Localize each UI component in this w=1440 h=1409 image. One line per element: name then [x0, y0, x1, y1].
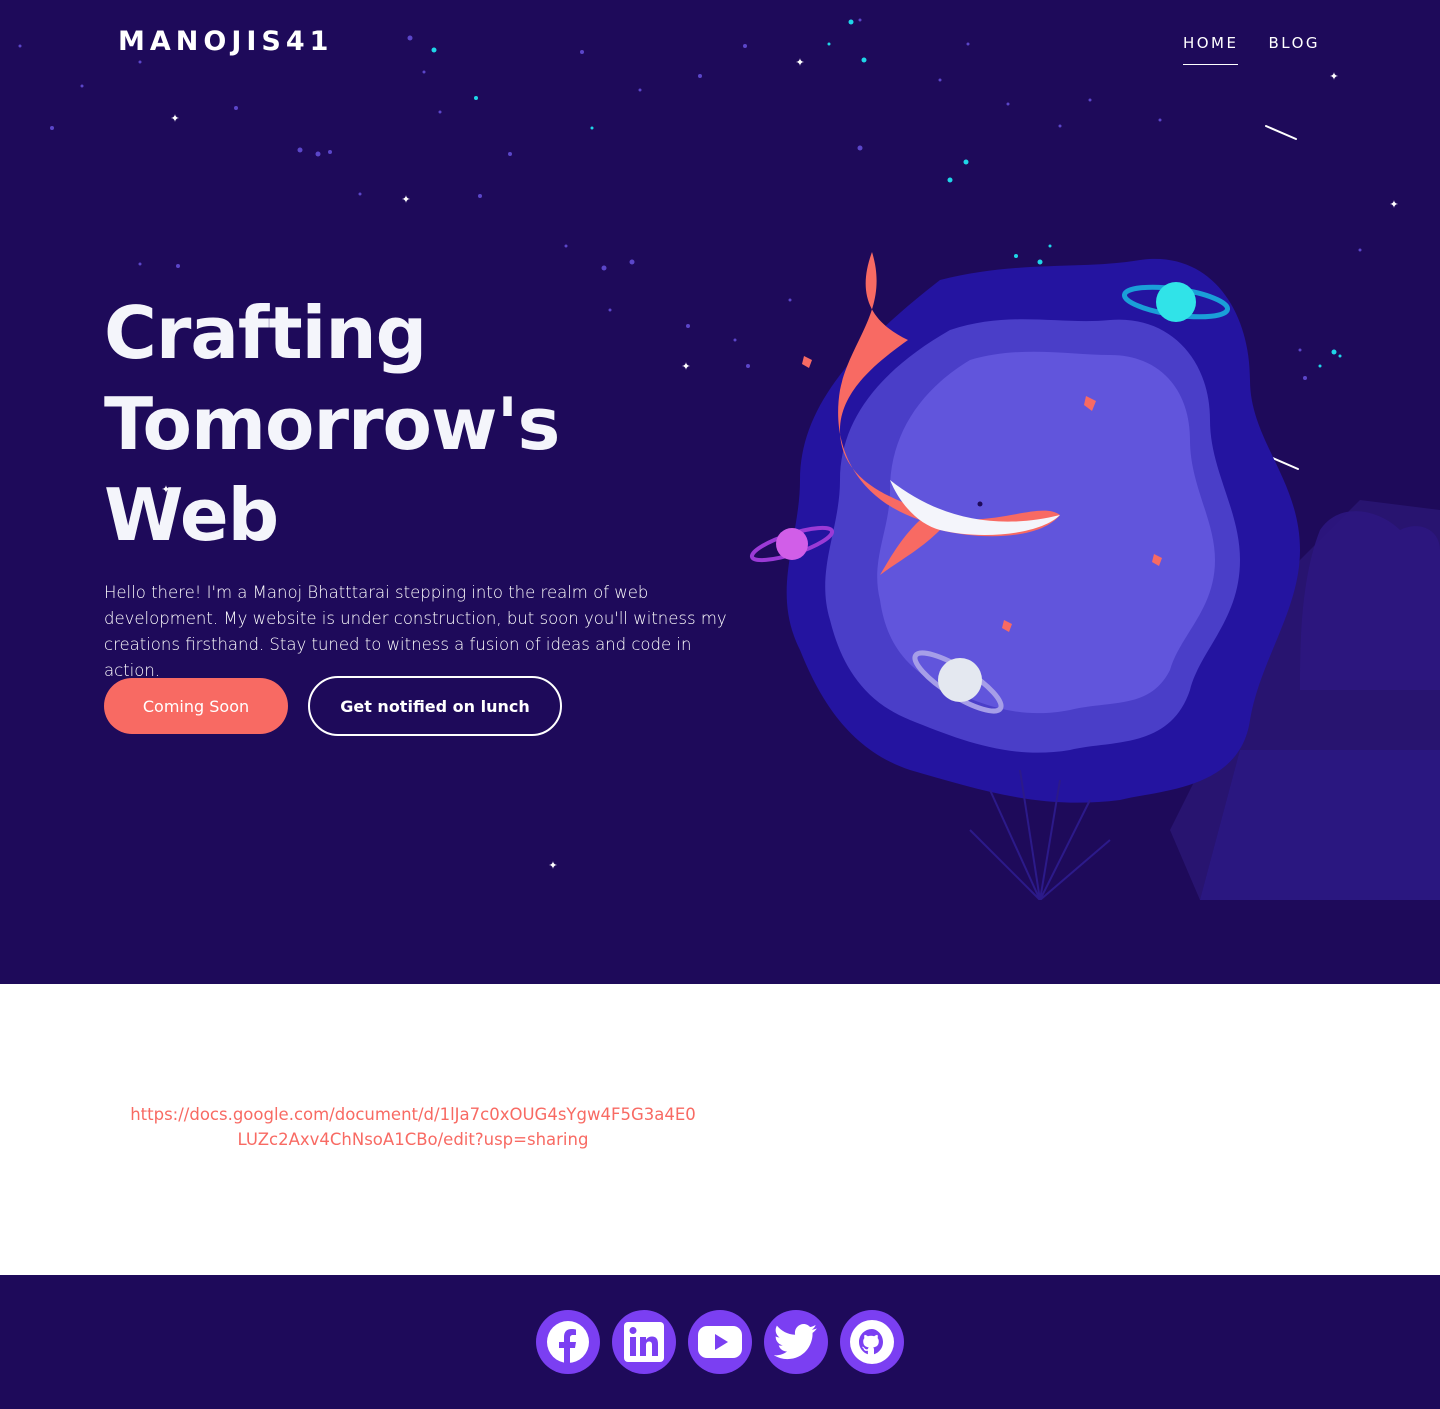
headline-line-2: Tomorrow's [104, 382, 560, 466]
footer [0, 1275, 1440, 1409]
coming-soon-button[interactable]: Coming Soon [104, 678, 288, 734]
content-section: https://docs.google.com/document/d/1lJa7… [0, 984, 1440, 1275]
google-doc-link[interactable]: https://docs.google.com/document/d/1lJa7… [130, 1102, 696, 1152]
svg-text:✦: ✦ [1329, 70, 1338, 83]
linkedin-icon [624, 1322, 664, 1362]
facebook-link[interactable] [536, 1310, 600, 1374]
nav-item-home[interactable]: HOME [1182, 34, 1239, 65]
linkedin-link[interactable] [612, 1310, 676, 1374]
site-logo[interactable]: MANOJIS41 [118, 26, 333, 57]
svg-text:✦: ✦ [1389, 198, 1398, 211]
svg-text:✦: ✦ [170, 112, 179, 125]
github-link[interactable] [840, 1310, 904, 1374]
get-notified-button[interactable]: Get notified on lunch [308, 676, 562, 736]
svg-text:✦: ✦ [548, 859, 557, 872]
youtube-icon [698, 1326, 742, 1358]
headline-line-1: Crafting [104, 291, 427, 375]
hero-intro-text: Hello there! I'm a Manoj Bhatttarai step… [104, 583, 727, 680]
whale-space-illustration [749, 252, 1440, 900]
social-links [536, 1310, 904, 1374]
facebook-icon [547, 1321, 589, 1364]
github-icon [850, 1320, 894, 1364]
twitter-icon [774, 1324, 817, 1360]
youtube-link[interactable] [688, 1310, 752, 1374]
main-nav: HOME BLOG [1182, 34, 1320, 65]
headline-line-3: Web [104, 473, 279, 557]
twitter-link[interactable] [764, 1310, 828, 1374]
svg-text:✦: ✦ [795, 56, 804, 69]
svg-text:✦: ✦ [401, 193, 410, 206]
hero-headline: Crafting Tomorrow's Web [104, 288, 704, 561]
hero-section: ✦✦✦✦ ✦✦✦✦ ✦✦✦✦ MANOJIS41 HOME BLOG [0, 0, 1440, 984]
nav-item-blog[interactable]: BLOG [1268, 34, 1320, 65]
